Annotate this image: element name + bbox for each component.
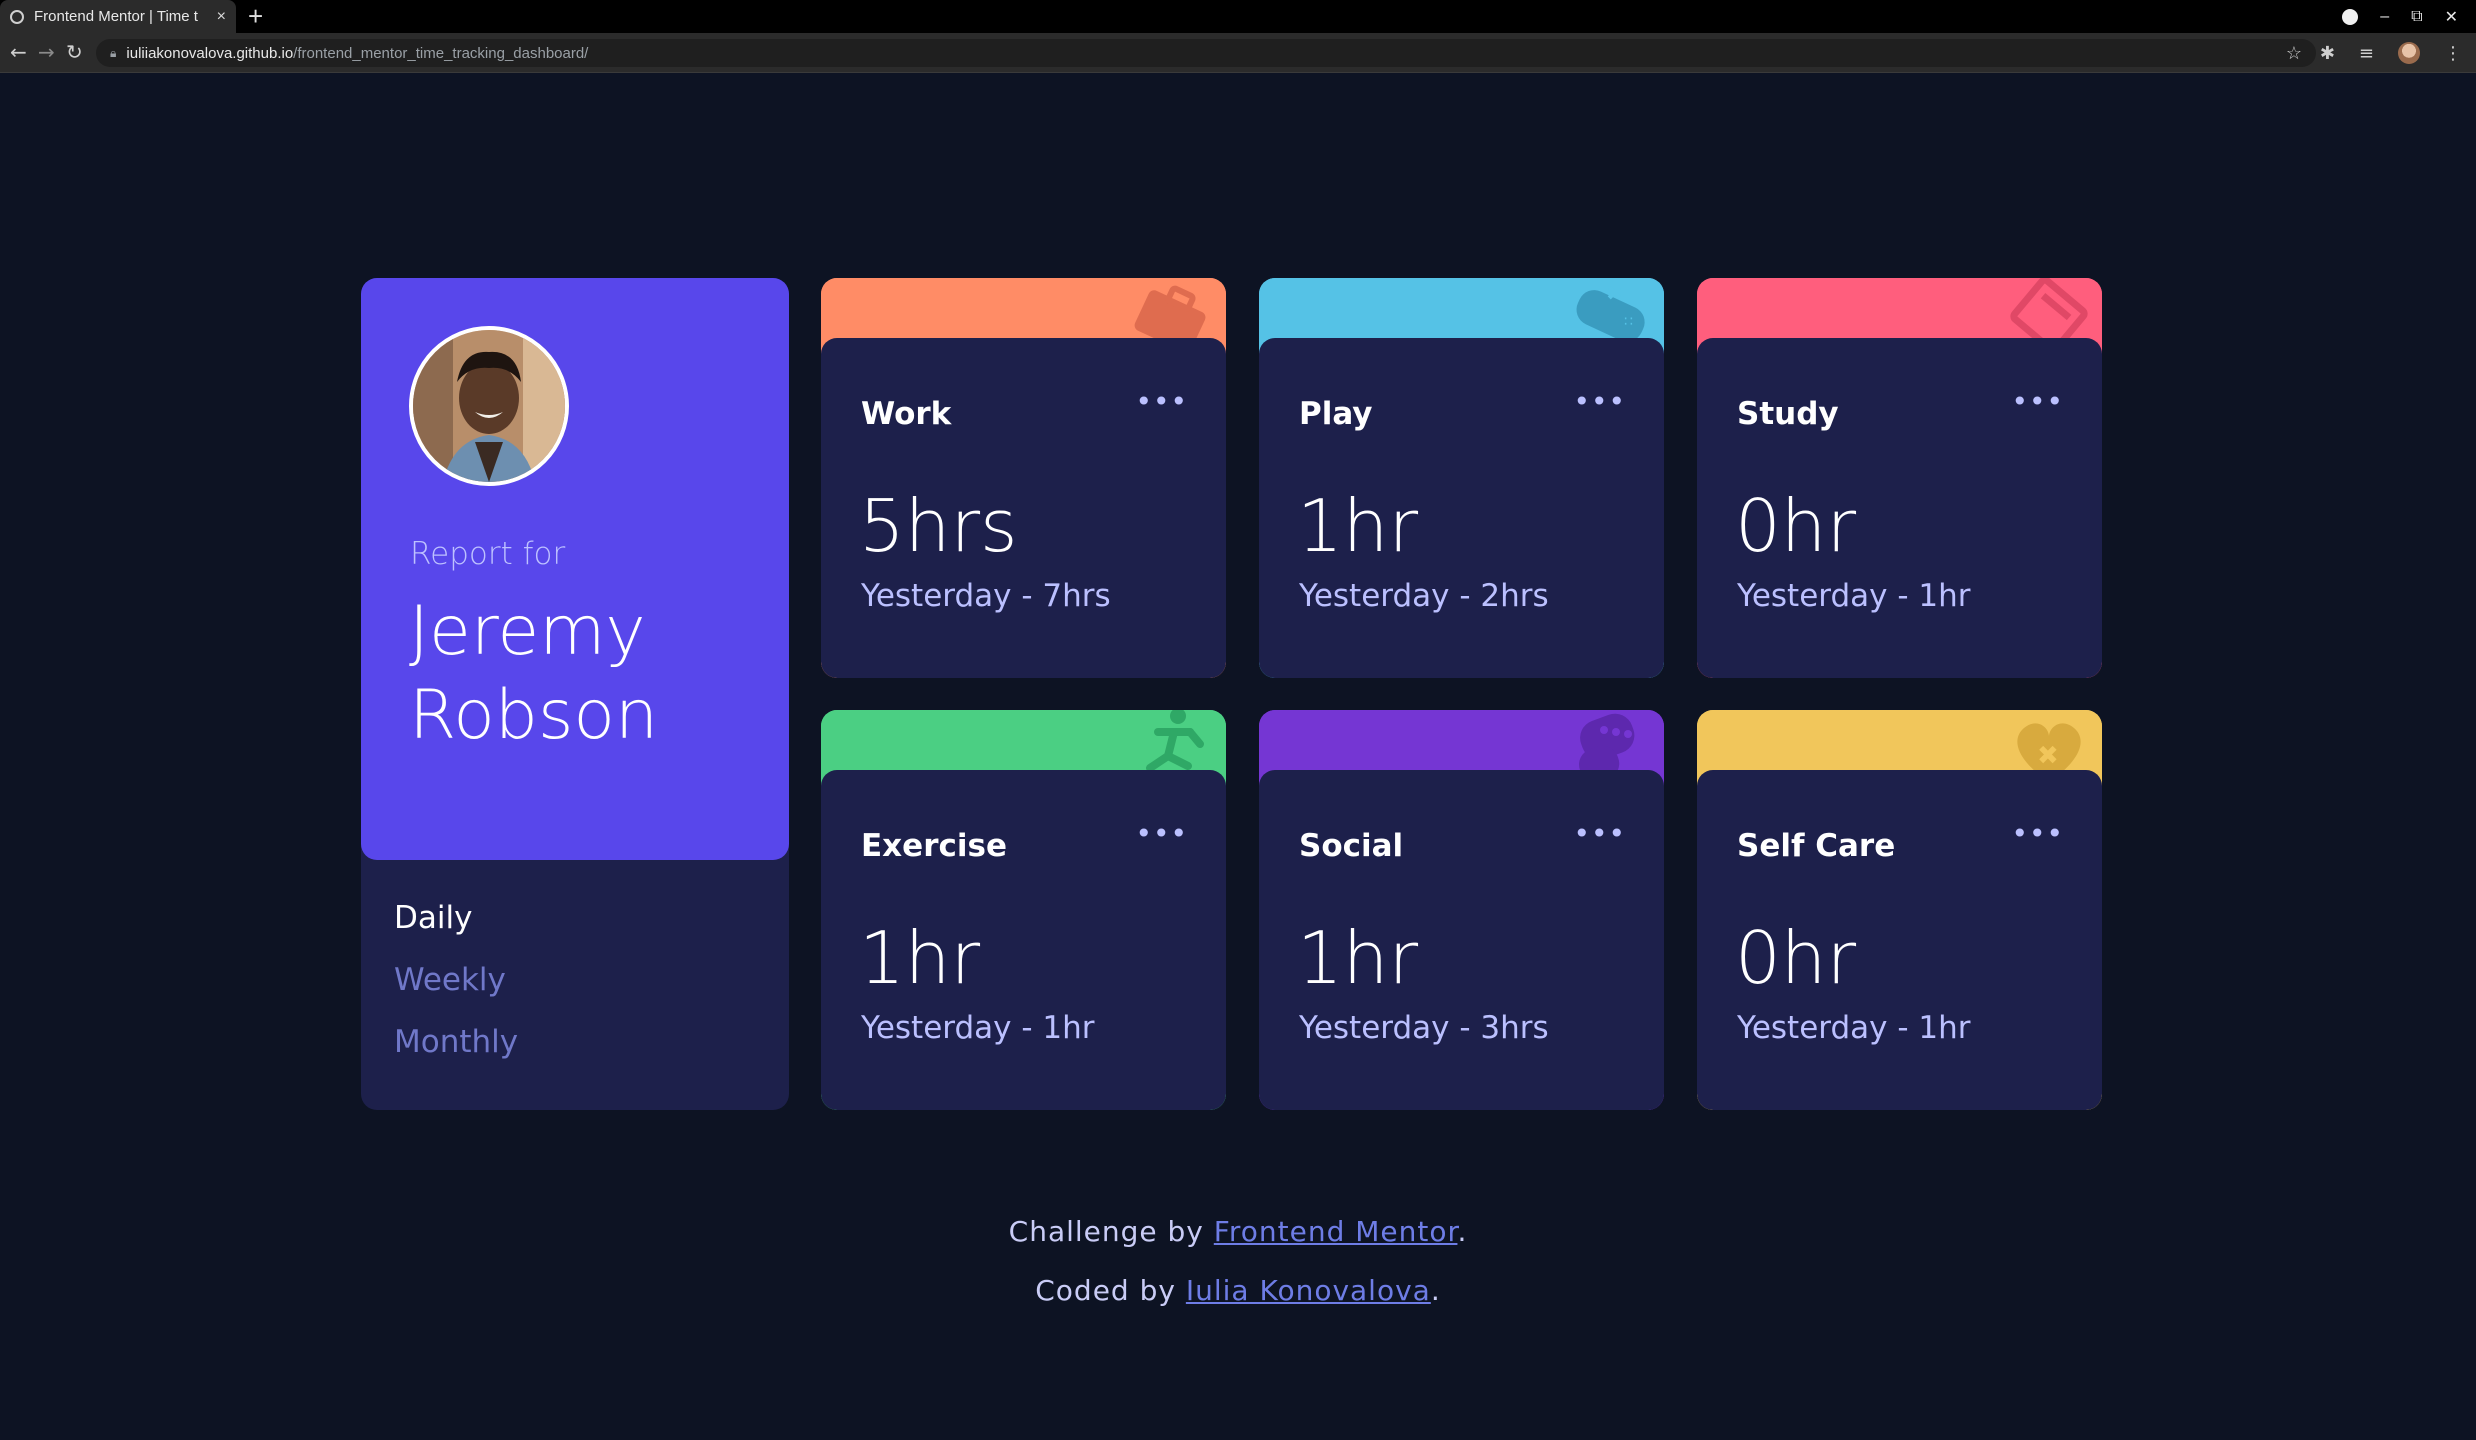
tab-title: Frontend Mentor | Time t: [34, 8, 198, 25]
url-input[interactable]: 🔒︎ iuliiakonovalova.github.io /frontend_…: [96, 39, 2316, 67]
forward-arrow-icon[interactable]: →: [38, 41, 55, 63]
previous-hours: Yesterday - 1hr: [1737, 1010, 1971, 1046]
card-body: Play ••• 1hr Yesterday - 2hrs: [1259, 338, 1664, 678]
window-controls: – ⧉ ✕: [2342, 0, 2458, 33]
current-hours: 0hr: [1735, 916, 1857, 1000]
maximize-button[interactable]: ⧉: [2411, 8, 2422, 26]
card-body: Work ••• 5hrs Yesterday - 7hrs: [821, 338, 1226, 678]
profile-card: Report for Jeremy Robson Daily Weekly Mo…: [361, 278, 789, 1110]
extensions-puzzle-icon[interactable]: ✱: [2320, 43, 2335, 64]
current-hours: 1hr: [1297, 916, 1419, 1000]
tab-close-icon[interactable]: ×: [217, 8, 226, 26]
coded-prefix: Coded by: [1035, 1274, 1176, 1307]
challenge-period: .: [1457, 1215, 1468, 1248]
media-queue-icon[interactable]: ≡: [2359, 43, 2374, 64]
address-bar: ← → ↻ 🔒︎ iuliiakonovalova.github.io /fro…: [0, 33, 2476, 73]
current-hours: 5hrs: [859, 484, 1018, 568]
site-favicon-icon: [10, 9, 24, 24]
previous-hours: Yesterday - 3hrs: [1299, 1010, 1549, 1046]
activity-title: Play: [1299, 396, 1373, 432]
user-name: Jeremy Robson: [409, 592, 659, 755]
more-options-icon[interactable]: •••: [1573, 388, 1626, 416]
timeframe-monthly[interactable]: Monthly: [394, 1022, 518, 1062]
previous-hours: Yesterday - 1hr: [861, 1010, 1095, 1046]
more-options-icon[interactable]: •••: [2011, 820, 2064, 848]
activity-card-exercise: Exercise ••• 1hr Yesterday - 1hr: [821, 710, 1226, 1110]
activity-title: Self Care: [1737, 828, 1896, 864]
record-icon[interactable]: [2342, 8, 2359, 25]
timeframe-daily[interactable]: Daily: [394, 898, 518, 938]
activity-title: Exercise: [861, 828, 1007, 864]
user-avatar: [409, 326, 569, 486]
reload-icon[interactable]: ↻: [66, 41, 83, 63]
card-body: Exercise ••• 1hr Yesterday - 1hr: [821, 770, 1226, 1110]
activity-title: Study: [1737, 396, 1839, 432]
browser-tab-bar: Frontend Mentor | Time t × + – ⧉ ✕: [0, 0, 2476, 33]
profile-header: Report for Jeremy Robson: [361, 278, 789, 860]
svg-text:∷: ∷: [1624, 314, 1633, 330]
new-tab-button[interactable]: +: [248, 2, 263, 30]
lock-icon: 🔒︎: [110, 45, 117, 60]
coder-credit: Coded by Iulia Konovalova.: [0, 1274, 2476, 1307]
svg-text:✖: ✖: [2037, 741, 2059, 771]
previous-hours: Yesterday - 2hrs: [1299, 578, 1549, 614]
frontend-mentor-link[interactable]: Frontend Mentor: [1214, 1215, 1458, 1248]
attribution-footer: Challenge by Frontend Mentor. Coded by I…: [0, 1215, 2476, 1333]
current-hours: 1hr: [1297, 484, 1419, 568]
more-options-icon[interactable]: •••: [1573, 820, 1626, 848]
activity-card-social: Social ••• 1hr Yesterday - 3hrs: [1259, 710, 1664, 1110]
current-hours: 0hr: [1735, 484, 1857, 568]
more-options-icon[interactable]: •••: [1135, 820, 1188, 848]
report-for-label: Report for: [410, 536, 566, 572]
timeframe-weekly[interactable]: Weekly: [394, 960, 518, 1000]
minimize-button[interactable]: –: [2380, 8, 2389, 26]
browser-tab[interactable]: Frontend Mentor | Time t ×: [0, 0, 236, 33]
activity-title: Work: [861, 396, 952, 432]
card-body: Study ••• 0hr Yesterday - 1hr: [1697, 338, 2102, 678]
card-body: Social ••• 1hr Yesterday - 3hrs: [1259, 770, 1664, 1110]
activity-card-self-care: ✖ Self Care ••• 0hr Yesterday - 1hr: [1697, 710, 2102, 1110]
activity-card-study: Study ••• 0hr Yesterday - 1hr: [1697, 278, 2102, 678]
more-options-icon[interactable]: •••: [2011, 388, 2064, 416]
card-body: Self Care ••• 0hr Yesterday - 1hr: [1697, 770, 2102, 1110]
svg-text:✖: ✖: [1606, 281, 1623, 305]
activity-card-play: ✖ ∷ Play ••• 1hr Yesterday - 2hrs: [1259, 278, 1664, 678]
bookmark-star-icon[interactable]: ☆: [2286, 43, 2302, 64]
url-path: /frontend_mentor_time_tracking_dashboard…: [293, 44, 589, 62]
close-window-button[interactable]: ✕: [2445, 7, 2458, 27]
challenge-prefix: Challenge by: [1008, 1215, 1204, 1248]
browser-toolbar: ✱ ≡ ⋮: [2320, 39, 2462, 67]
activity-title: Social: [1299, 828, 1404, 864]
kebab-menu-icon[interactable]: ⋮: [2444, 43, 2462, 64]
previous-hours: Yesterday - 7hrs: [861, 578, 1111, 614]
current-hours: 1hr: [859, 916, 981, 1000]
url-host: iuliiakonovalova.github.io: [126, 44, 294, 62]
challenge-credit: Challenge by Frontend Mentor.: [0, 1215, 2476, 1248]
coded-period: .: [1430, 1274, 1441, 1307]
timeframe-menu: Daily Weekly Monthly: [394, 898, 518, 1084]
back-arrow-icon[interactable]: ←: [10, 41, 27, 63]
activity-card-work: Work ••• 5hrs Yesterday - 7hrs: [821, 278, 1226, 678]
previous-hours: Yesterday - 1hr: [1737, 578, 1971, 614]
author-link[interactable]: Iulia Konovalova: [1186, 1274, 1431, 1307]
profile-avatar-icon[interactable]: [2398, 42, 2420, 64]
more-options-icon[interactable]: •••: [1135, 388, 1188, 416]
